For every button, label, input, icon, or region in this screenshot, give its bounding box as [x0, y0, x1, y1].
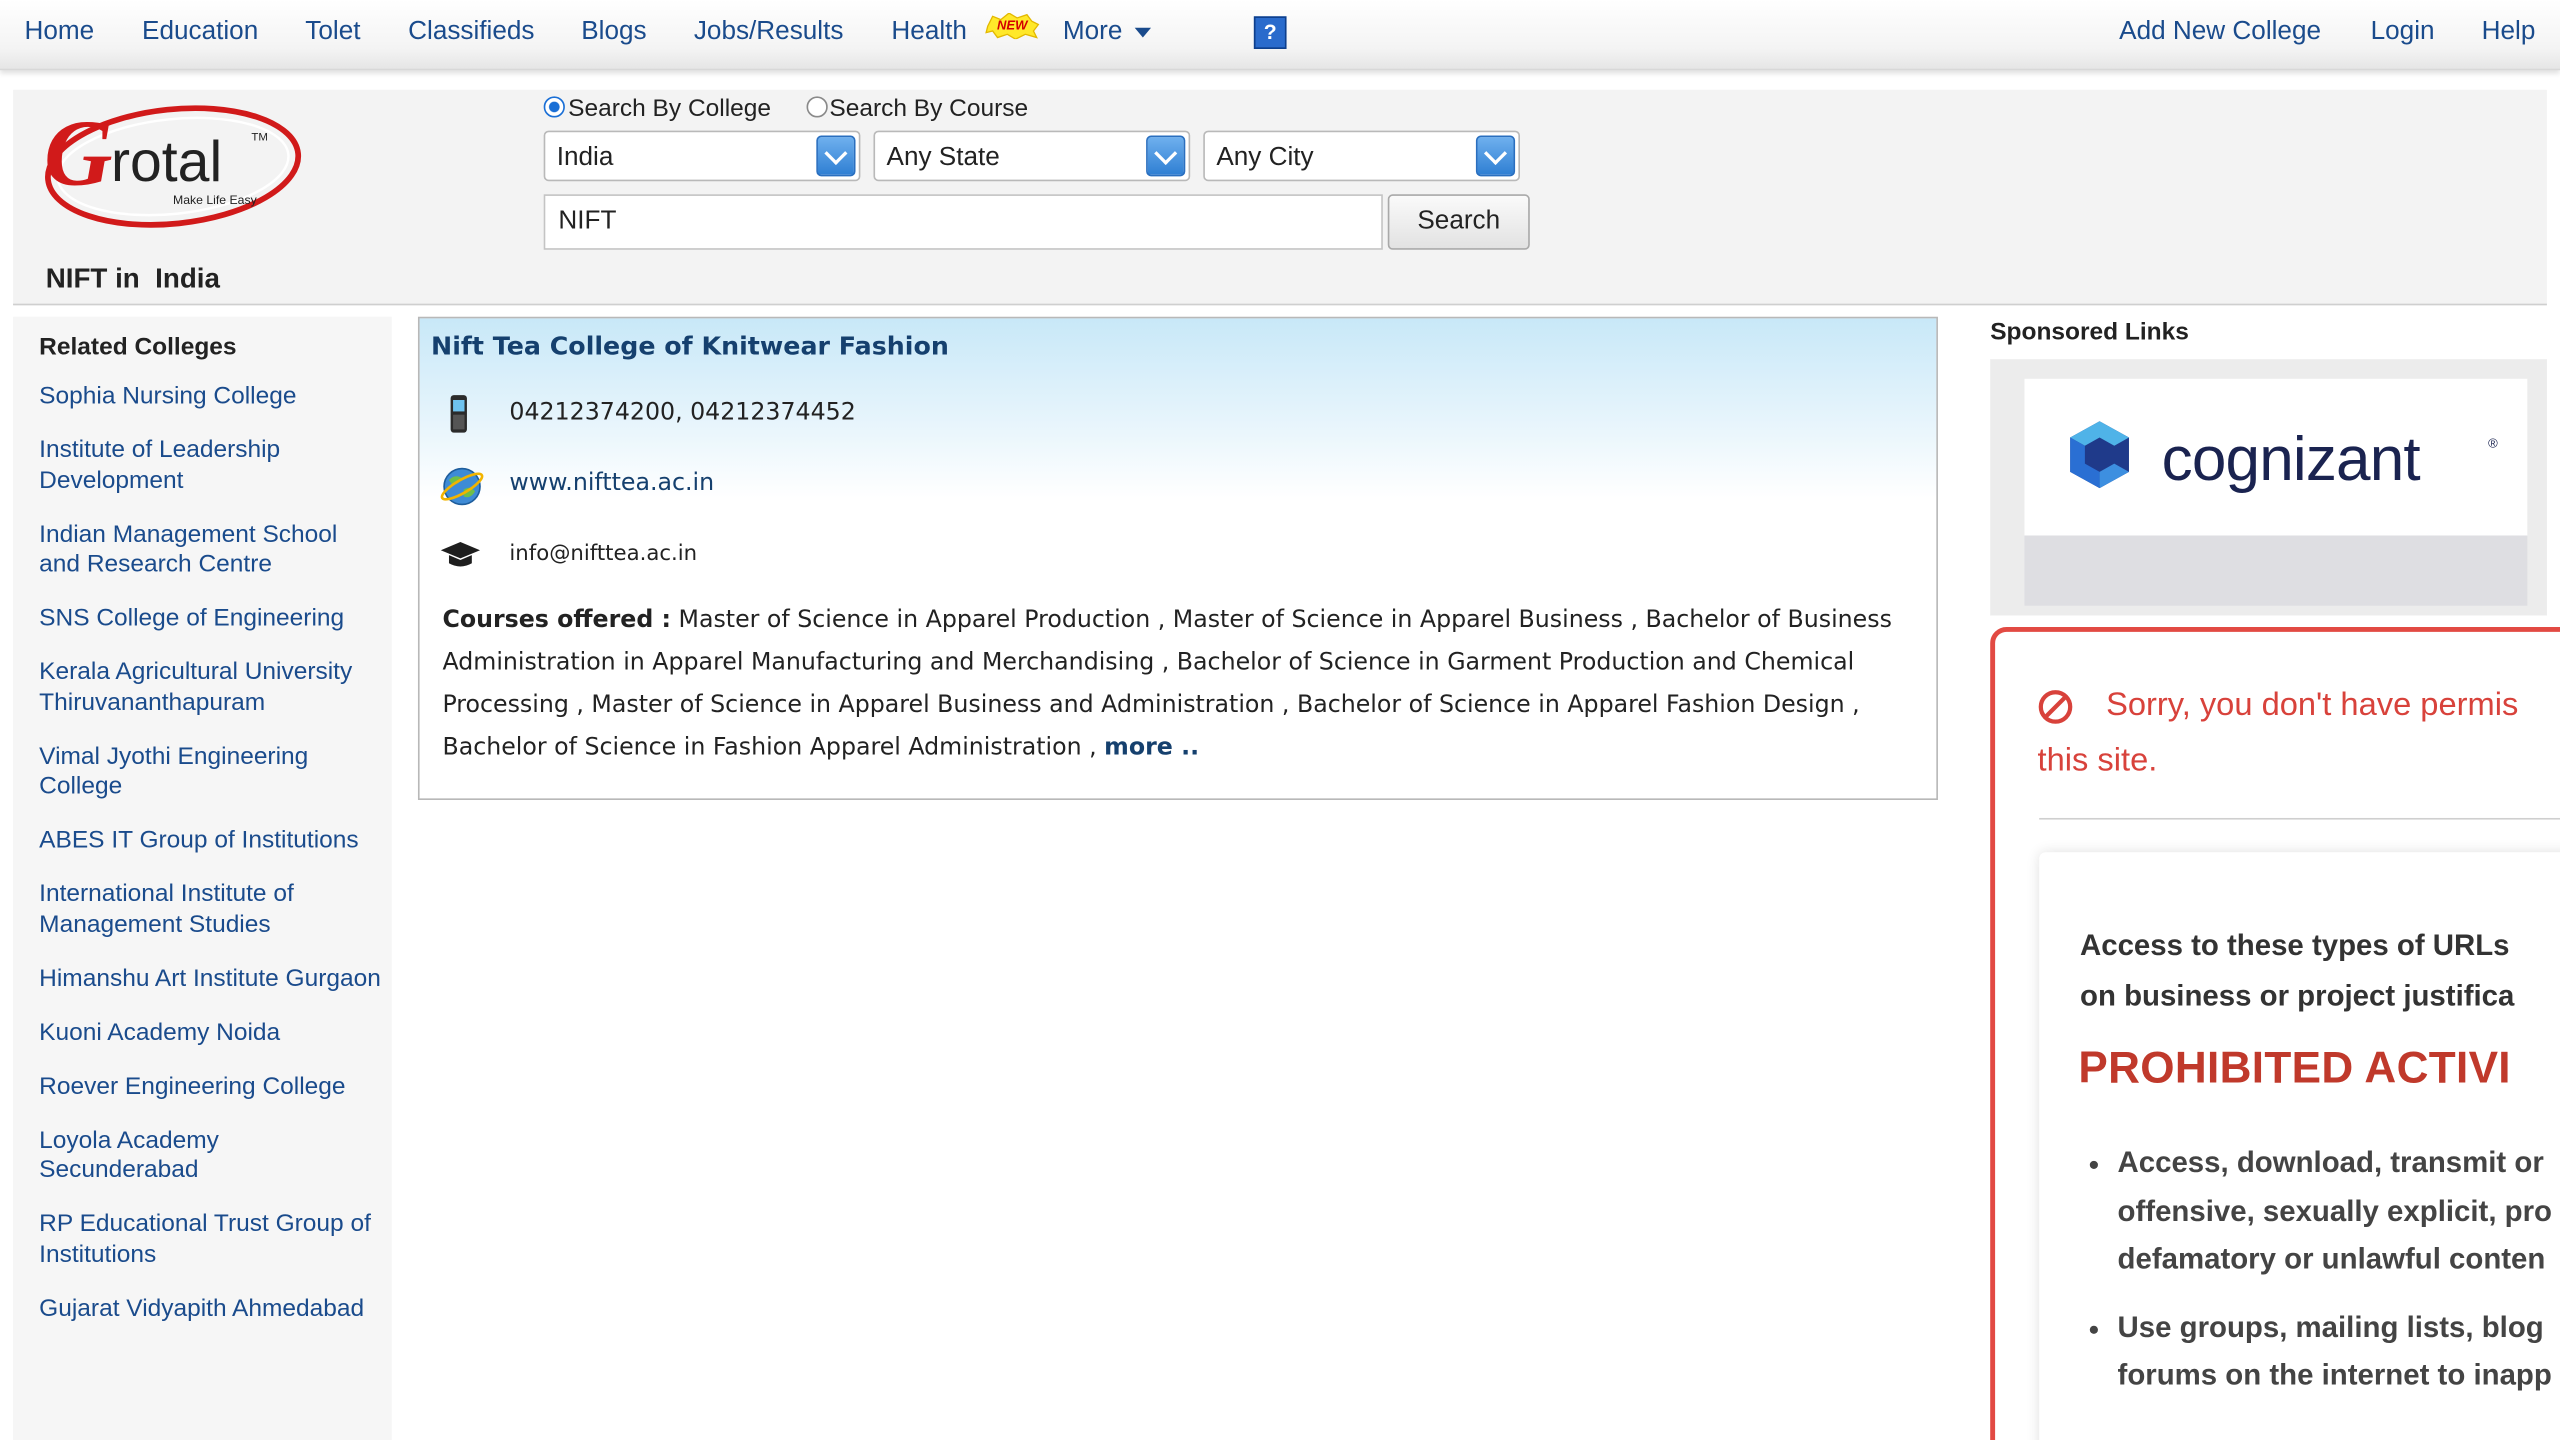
nav-help[interactable]: Help [2482, 18, 2536, 47]
blocked-site-panel: Sorry, you don't have permis this site. … [1990, 626, 2560, 1440]
college-name-link[interactable]: Nift Tea College of Knitwear Fashion [431, 331, 949, 360]
radio-label-course[interactable]: Search By Course [829, 95, 1028, 123]
globe-icon [439, 464, 484, 506]
blocked-message-line2: this site. [2037, 742, 2158, 779]
help-question-icon[interactable]: ? [1253, 16, 1287, 49]
policy-intro: Access to these types of URLs on busines… [2080, 921, 2560, 1022]
related-college-link[interactable]: ABES IT Group of Institutions [39, 826, 382, 856]
nav-classifieds[interactable]: Classifieds [408, 18, 534, 47]
sponsored-ad[interactable]: cognizant ® [1990, 359, 2547, 616]
related-college-link[interactable]: Indian Management School and Research Ce… [39, 520, 382, 580]
related-college-link[interactable]: Himanshu Art Institute Gurgaon [39, 964, 382, 994]
chevron-down-icon[interactable] [1146, 135, 1186, 177]
svg-text:®: ® [2488, 435, 2498, 450]
prohibited-item-line: forums on the internet to inapp [2117, 1358, 2552, 1392]
country-select-value: India [556, 143, 614, 172]
nav-add-new-college[interactable]: Add New College [2119, 18, 2321, 47]
prohibited-list: Access, download, transmit or offensive,… [2082, 1140, 2560, 1420]
prohibited-item-line: defamatory or unlawful conten [2117, 1242, 2546, 1276]
related-college-link[interactable]: Gujarat Vidyapith Ahmedabad [39, 1294, 382, 1324]
sponsored-links-heading: Sponsored Links [1990, 318, 2189, 347]
more-link[interactable]: more .. [1104, 735, 1199, 761]
policy-intro-line1: Access to these types of URLs [2079, 928, 2510, 962]
related-college-link[interactable]: International Institute of Management St… [39, 880, 382, 940]
new-badge-icon: NEW [984, 12, 1040, 40]
radio-search-by-course[interactable] [806, 96, 828, 118]
chevron-down-icon[interactable] [816, 135, 856, 177]
prohibited-heading: PROHIBITED ACTIVI [2078, 1043, 2511, 1093]
divider [2039, 817, 2560, 820]
nav-tolet[interactable]: Tolet [305, 18, 360, 47]
ad-footer-strip [2024, 535, 2528, 606]
policy-card: Access to these types of URLs on busines… [2039, 852, 2560, 1440]
svg-text:cognizant: cognizant [2162, 425, 2421, 494]
policy-intro-line2: on business or project justifica [2079, 979, 2515, 1013]
courses-offered: Courses offered : Master of Science in A… [442, 599, 1928, 769]
blocked-message-line1: Sorry, you don't have permis [2106, 687, 2519, 724]
state-select[interactable]: Any State [873, 130, 1191, 182]
related-college-link[interactable]: RP Educational Trust Group of Institutio… [39, 1210, 382, 1270]
nav-blogs[interactable]: Blogs [581, 18, 646, 47]
related-colleges-panel: Related Colleges Sophia Nursing College … [13, 316, 392, 1440]
page: Home Education Tolet Classifieds Blogs J… [0, 0, 2560, 1440]
radio-search-by-college[interactable] [543, 96, 565, 118]
city-select-value: Any City [1216, 143, 1314, 172]
prohibited-icon [2038, 690, 2073, 724]
page-title: NIFT in India [45, 262, 220, 294]
nav-education[interactable]: Education [142, 18, 258, 47]
prohibited-item-line: offensive, sexually explicit, pro [2117, 1194, 2553, 1227]
related-college-link[interactable]: SNS College of Engineering [39, 604, 382, 634]
search-input[interactable] [545, 195, 1382, 249]
graduation-cap-icon [439, 534, 481, 576]
radio-label-college[interactable]: Search By College [568, 95, 771, 123]
nav-login[interactable]: Login [2371, 18, 2435, 47]
prohibited-item: Use groups, mailing lists, blog forums o… [2118, 1304, 2560, 1400]
related-college-link[interactable]: Kerala Agricultural University Thiruvana… [39, 658, 382, 718]
state-select-value: Any State [886, 143, 1000, 172]
nav-more[interactable]: More [1063, 18, 1123, 47]
chevron-down-icon[interactable] [1134, 27, 1152, 38]
related-college-link[interactable]: Sophia Nursing College [39, 382, 382, 412]
college-result-card: Nift Tea College of Knitwear Fashion 042… [417, 316, 1938, 800]
city-select[interactable]: Any City [1203, 130, 1520, 182]
top-nav: Home Education Tolet Classifieds Blogs J… [0, 0, 2560, 71]
header: G rotal TM Make Life Easy NIFT in India … [13, 89, 2547, 306]
chevron-down-icon[interactable] [1475, 135, 1516, 177]
cognizant-ad-banner[interactable]: cognizant ® [2024, 378, 2528, 536]
related-college-link[interactable]: Institute of Leadership Development [39, 436, 382, 496]
nav-home[interactable]: Home [24, 18, 94, 47]
email-text: info@nifttea.ac.in [509, 542, 698, 567]
svg-text:TM: TM [251, 131, 267, 143]
country-select[interactable]: India [543, 130, 861, 182]
courses-label: Courses offered : [442, 607, 671, 634]
nav-health[interactable]: Health [891, 18, 967, 47]
search-input-wrap [543, 194, 1383, 250]
mobile-phone-icon [439, 393, 481, 435]
website-link[interactable]: www.nifttea.ac.in [509, 470, 714, 496]
cognizant-logo: cognizant ® [2070, 421, 2498, 494]
prohibited-item: Access, download, transmit or offensive,… [2118, 1140, 2560, 1284]
related-colleges-heading: Related Colleges [39, 333, 237, 361]
svg-text:G: G [44, 101, 112, 205]
related-colleges-list: Sophia Nursing College Institute of Lead… [39, 382, 382, 1348]
grotal-logo[interactable]: G rotal TM Make Life Easy [39, 96, 308, 236]
related-college-link[interactable]: Roever Engineering College [39, 1072, 382, 1102]
search-button[interactable]: Search [1387, 194, 1530, 250]
nav-jobs-results[interactable]: Jobs/Results [694, 18, 844, 47]
prohibited-item-line: Access, download, transmit or [2117, 1146, 2544, 1179]
phone-numbers: 04212374200, 04212374452 [509, 399, 856, 427]
related-college-link[interactable]: Loyola Academy Secunderabad [39, 1126, 382, 1186]
prohibited-item-line: Use groups, mailing lists, blog [2117, 1310, 2544, 1343]
related-college-link[interactable]: Vimal Jyothi Engineering College [39, 742, 382, 802]
related-college-link[interactable]: Kuoni Academy Noida [39, 1018, 382, 1048]
svg-text:rotal: rotal [111, 130, 222, 194]
svg-text:Make Life Easy: Make Life Easy [173, 193, 258, 207]
